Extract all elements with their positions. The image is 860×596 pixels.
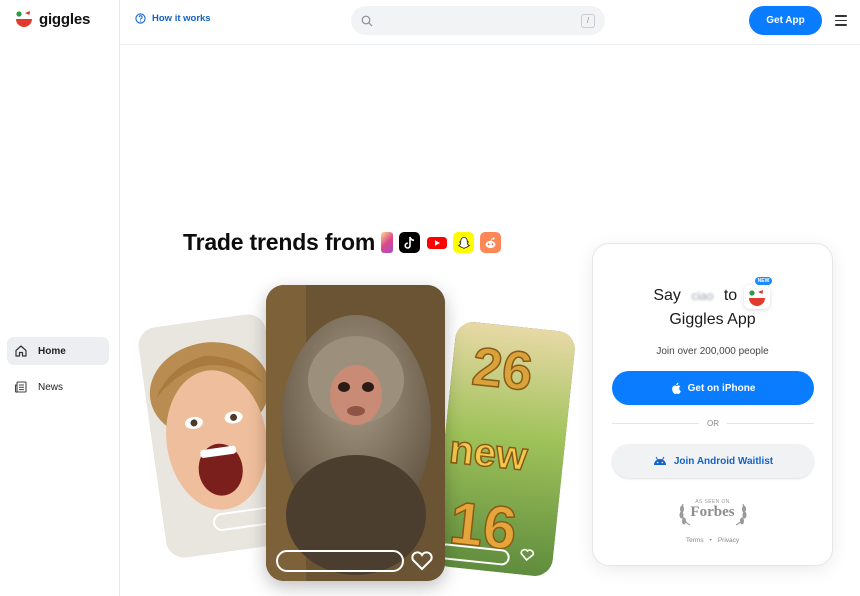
app-name: Giggles App	[669, 311, 756, 328]
forbes-badge: AS SEEN ON Forbes	[593, 499, 832, 526]
svg-text:26: 26	[469, 336, 535, 402]
home-icon	[15, 345, 27, 357]
laurel-right-icon	[735, 503, 747, 526]
snapchat-icon	[453, 232, 475, 253]
monkey-photo	[266, 285, 445, 581]
or-label: OR	[707, 419, 719, 428]
iphone-button-label: Get on iPhone	[687, 382, 756, 394]
giggles-logo-icon	[16, 11, 32, 27]
say-label: Say	[653, 287, 681, 305]
sidebar-item-news[interactable]: News	[7, 373, 109, 401]
tiktok-icon	[399, 232, 421, 253]
hero-title: Trade trends from	[183, 229, 376, 255]
sidebar: giggles Home News	[0, 0, 120, 596]
instagram-icon	[381, 232, 394, 253]
join-android-waitlist-button[interactable]: Join Android Waitlist	[612, 444, 814, 478]
legal-links: Terms • Privacy	[593, 537, 832, 544]
svg-text:new: new	[447, 427, 530, 479]
sidebar-item-label: Home	[38, 345, 66, 357]
trend-card-poster[interactable]: 26 new 16	[431, 320, 577, 578]
rotating-word: ciao	[691, 289, 714, 304]
get-on-iphone-button[interactable]: Get on iPhone	[612, 371, 814, 405]
trend-card-monkey[interactable]	[266, 285, 445, 581]
svg-text:16: 16	[447, 489, 520, 563]
search-bar[interactable]: /	[351, 6, 605, 35]
apple-icon	[671, 382, 681, 394]
android-button-label: Join Android Waitlist	[673, 455, 774, 467]
terms-link[interactable]: Terms	[686, 537, 704, 544]
how-it-works-label: How it works	[152, 13, 211, 24]
separator-dot: •	[709, 537, 712, 544]
hero-headline: Trade trends from	[183, 229, 502, 256]
say-hello-line: Say ciao to NEW	[593, 276, 832, 309]
search-input[interactable]	[381, 14, 581, 27]
sidebar-item-label: News	[38, 381, 64, 393]
privacy-link[interactable]: Privacy	[718, 537, 739, 544]
how-it-works-link[interactable]: How it works	[135, 13, 211, 24]
news-icon	[14, 381, 27, 393]
search-icon	[361, 15, 373, 26]
hamburger-menu-icon[interactable]	[835, 15, 847, 26]
or-divider: OR	[612, 419, 814, 428]
download-panel: Say ciao to NEW Giggles App Join over 20…	[592, 243, 833, 566]
reddit-icon	[480, 232, 502, 253]
help-circle-icon	[135, 13, 146, 24]
new-badge: NEW	[753, 276, 774, 286]
to-label: to	[723, 287, 738, 305]
logo[interactable]: giggles	[14, 9, 90, 29]
brand-name: giggles	[39, 10, 91, 28]
laurel-left-icon	[679, 503, 691, 526]
android-icon	[653, 456, 666, 465]
get-app-button[interactable]: Get App	[749, 6, 822, 35]
forbes-logo: Forbes	[690, 504, 735, 520]
youtube-icon	[426, 232, 447, 253]
search-shortcut-hint: /	[581, 13, 595, 28]
app-icon: NEW	[743, 276, 774, 309]
new-year-poster-image: 26 new 16	[431, 320, 577, 578]
sidebar-item-home[interactable]: Home	[7, 337, 109, 365]
join-count-text: Join over 200,000 people	[656, 346, 769, 357]
